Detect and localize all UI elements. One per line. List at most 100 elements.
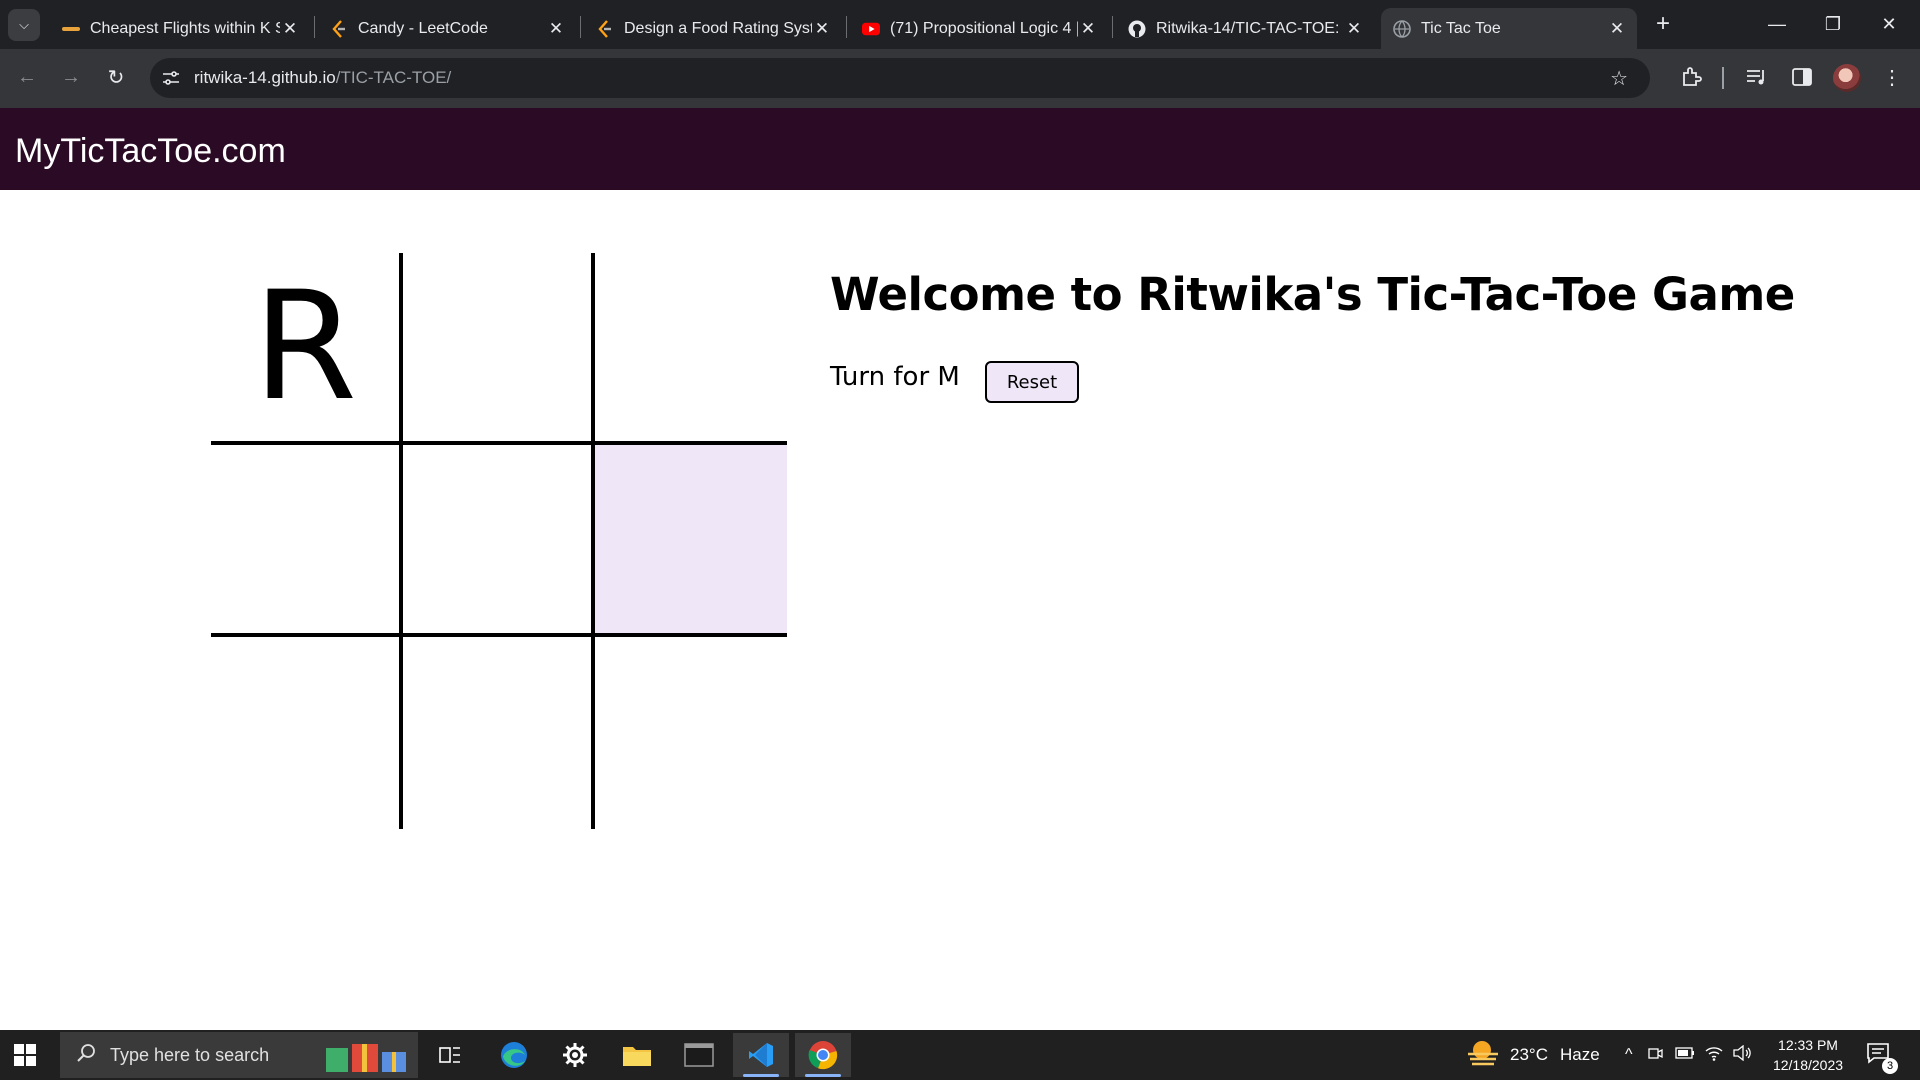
active-app-indicator bbox=[805, 1074, 841, 1077]
search-placeholder: Type here to search bbox=[110, 1044, 270, 1065]
speaker-icon[interactable] bbox=[1732, 1044, 1753, 1066]
board-cell-3[interactable] bbox=[595, 253, 787, 445]
search-icon bbox=[76, 1043, 96, 1068]
tab-separator bbox=[1112, 16, 1113, 38]
tab-separator bbox=[580, 16, 581, 38]
board-cell-6[interactable] bbox=[595, 445, 787, 637]
game-board: R bbox=[211, 253, 787, 829]
close-icon[interactable]: ✕ bbox=[1607, 19, 1627, 39]
notification-count-badge: 3 bbox=[1882, 1058, 1898, 1074]
board-cell-7[interactable] bbox=[211, 637, 403, 829]
task-view-icon[interactable] bbox=[422, 1033, 478, 1077]
arrow-right-icon: → bbox=[61, 65, 81, 88]
tab-youtube[interactable]: (71) Propositional Logic 4 | ✕ bbox=[850, 8, 1108, 49]
url-host: ritwika-14.github.io bbox=[194, 68, 336, 87]
tab-leetcode-candy[interactable]: Candy - LeetCode ✕ bbox=[318, 8, 576, 49]
tab-github[interactable]: Ritwika-14/TIC-TAC-TOE: T ✕ bbox=[1116, 8, 1374, 49]
globe-icon bbox=[1393, 19, 1411, 38]
close-icon: ✕ bbox=[1881, 13, 1897, 34]
notification-center-icon[interactable]: 3 bbox=[1866, 1042, 1898, 1074]
site-navbar: MyTicTacToe.com bbox=[0, 108, 1920, 190]
battery-icon[interactable] bbox=[1674, 1046, 1695, 1064]
leetcode-icon bbox=[596, 19, 614, 38]
system-clock[interactable]: 12:33 PM 12/18/2023 bbox=[1768, 1035, 1848, 1075]
arrow-left-icon: ← bbox=[17, 65, 37, 88]
page-title: Welcome to Ritwika's Tic-Tac-Toe Game bbox=[830, 268, 1795, 321]
board-cell-1[interactable]: R bbox=[211, 253, 403, 445]
tab-title: Tic Tac Toe bbox=[1421, 19, 1501, 37]
close-icon[interactable]: ✕ bbox=[1078, 19, 1098, 39]
tab-title: (71) Propositional Logic 4 | bbox=[890, 19, 1078, 37]
restore-button[interactable]: ❐ bbox=[1811, 8, 1855, 40]
windows-start-icon[interactable] bbox=[14, 1044, 36, 1066]
vscode-icon[interactable] bbox=[733, 1033, 789, 1077]
browser-tab-strip: ⌵ Cheapest Flights within K S ✕ Candy - … bbox=[0, 0, 1920, 49]
toolbar-separator bbox=[1722, 67, 1724, 89]
site-settings-icon[interactable] bbox=[162, 70, 180, 86]
more-menu-icon[interactable]: ⋮ bbox=[1878, 63, 1906, 91]
reset-button[interactable]: Reset bbox=[985, 361, 1079, 403]
tab-tic-tac-toe[interactable]: Tic Tac Toe ✕ bbox=[1381, 8, 1637, 49]
clock-time: 12:33 PM bbox=[1778, 1037, 1838, 1053]
close-icon[interactable]: ✕ bbox=[280, 19, 300, 39]
active-app-indicator bbox=[743, 1074, 779, 1077]
board-cell-9[interactable] bbox=[595, 637, 787, 829]
chevron-down-icon: ⌵ bbox=[19, 17, 29, 32]
taskbar-search-box[interactable]: Type here to search bbox=[60, 1032, 418, 1078]
windows-taskbar: Type here to search 23°C Haze ^ 12:33 PM… bbox=[0, 1030, 1920, 1080]
tab-title: Design a Food Rating Syste bbox=[624, 19, 812, 37]
minimize-button[interactable]: — bbox=[1755, 8, 1799, 40]
tab-leetcode-food[interactable]: Design a Food Rating Syste ✕ bbox=[584, 8, 842, 49]
reload-button[interactable]: ↻ bbox=[101, 62, 131, 92]
close-icon[interactable]: ✕ bbox=[812, 19, 832, 39]
url-text: ritwika-14.github.io/TIC-TAC-TOE/ bbox=[194, 68, 451, 88]
weather-condition: Haze bbox=[1559, 1045, 1600, 1064]
weather-temp: 23°C bbox=[1510, 1045, 1548, 1064]
extensions-icon[interactable] bbox=[1677, 63, 1705, 91]
close-icon[interactable]: ✕ bbox=[1344, 19, 1364, 39]
url-path: /TIC-TAC-TOE/ bbox=[335, 68, 452, 87]
tab-separator bbox=[846, 16, 847, 38]
side-panel-icon[interactable] bbox=[1788, 63, 1816, 91]
site-brand[interactable]: MyTicTacToe.com bbox=[15, 132, 286, 171]
browser-toolbar: ← → ↻ ritwika-14.github.io/TIC-TAC-TOE/ … bbox=[0, 49, 1920, 108]
tab-separator bbox=[314, 16, 315, 38]
back-button[interactable]: ← bbox=[12, 62, 42, 92]
new-tab-button[interactable]: + bbox=[1650, 12, 1676, 38]
address-bar[interactable]: ritwika-14.github.io/TIC-TAC-TOE/ ☆ bbox=[150, 58, 1650, 98]
bookmark-star-icon[interactable]: ☆ bbox=[1610, 66, 1628, 91]
board-cell-5[interactable] bbox=[403, 445, 595, 637]
terminal-icon[interactable] bbox=[671, 1033, 727, 1077]
tab-title: Ritwika-14/TIC-TAC-TOE: T bbox=[1156, 19, 1344, 37]
haze-weather-icon bbox=[1466, 1038, 1500, 1073]
tab-search-button[interactable]: ⌵ bbox=[8, 9, 40, 41]
file-explorer-icon[interactable] bbox=[609, 1033, 665, 1077]
tab-title: Cheapest Flights within K S bbox=[90, 19, 280, 37]
close-window-button[interactable]: ✕ bbox=[1867, 8, 1911, 40]
chevron-up-icon[interactable]: ^ bbox=[1625, 1046, 1633, 1064]
reload-icon: ↻ bbox=[107, 66, 125, 89]
flights-favicon bbox=[62, 20, 80, 38]
board-cell-8[interactable] bbox=[403, 637, 595, 829]
settings-gear-icon[interactable] bbox=[547, 1033, 603, 1077]
profile-avatar[interactable] bbox=[1833, 64, 1861, 92]
github-icon bbox=[1128, 20, 1146, 38]
close-icon[interactable]: ✕ bbox=[546, 19, 566, 39]
forward-button[interactable]: → bbox=[56, 62, 86, 92]
meet-now-icon[interactable] bbox=[1647, 1045, 1663, 1066]
youtube-icon bbox=[862, 20, 880, 38]
tab-flights[interactable]: Cheapest Flights within K S ✕ bbox=[50, 8, 310, 49]
board-cell-4[interactable] bbox=[211, 445, 403, 637]
minimize-icon: — bbox=[1768, 13, 1786, 34]
wifi-icon[interactable] bbox=[1705, 1045, 1723, 1066]
weather-widget[interactable]: 23°C Haze bbox=[1466, 1030, 1600, 1080]
tab-title: Candy - LeetCode bbox=[358, 19, 488, 37]
chrome-icon[interactable] bbox=[795, 1033, 851, 1077]
turn-status: Turn for M bbox=[830, 362, 960, 392]
edge-browser-icon[interactable] bbox=[486, 1033, 542, 1077]
board-cell-2[interactable] bbox=[403, 253, 595, 445]
media-controls-icon[interactable] bbox=[1743, 63, 1771, 91]
restore-icon: ❐ bbox=[1824, 13, 1842, 34]
search-highlight-gifts-icon bbox=[322, 1038, 412, 1074]
system-tray: ^ bbox=[1625, 1030, 1753, 1080]
